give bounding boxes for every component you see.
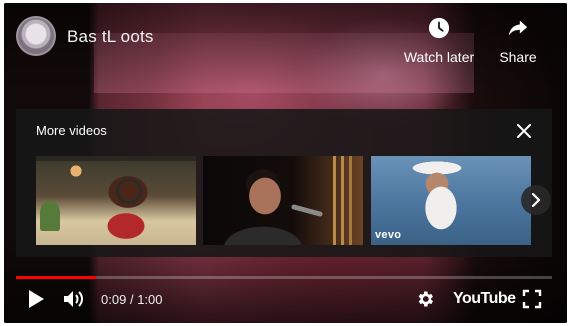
video-thumbnail[interactable]: vevo — [371, 156, 531, 245]
share-button[interactable]: Share — [496, 17, 540, 65]
channel-avatar[interactable] — [16, 16, 56, 56]
play-icon[interactable] — [26, 289, 46, 309]
more-videos-panel: More videos vevo — [16, 109, 552, 257]
volume-icon[interactable] — [62, 289, 86, 309]
next-videos-button[interactable] — [521, 185, 551, 215]
top-gradient — [4, 3, 567, 93]
time-display: 0:09 / 1:00 — [101, 292, 163, 307]
video-thumbnail[interactable] — [36, 156, 196, 245]
close-icon[interactable] — [516, 123, 532, 139]
youtube-logo[interactable]: YouTube — [453, 290, 516, 308]
vevo-badge: vevo — [375, 229, 402, 241]
played-bar — [16, 276, 97, 279]
duration: 1:00 — [137, 292, 163, 307]
chevron-right-icon — [531, 193, 541, 207]
share-arrow-icon — [508, 20, 528, 36]
clock-icon — [428, 17, 450, 39]
time-separator: / — [129, 292, 134, 307]
progress-bar[interactable] — [16, 276, 552, 279]
watch-later-label: Watch later — [403, 49, 475, 65]
video-title[interactable]: Bas tL oots — [67, 27, 154, 47]
more-videos-title: More videos — [36, 123, 107, 138]
fullscreen-icon[interactable] — [522, 289, 542, 309]
gear-icon[interactable] — [415, 289, 435, 309]
video-player[interactable]: Bas tL oots Watch later Share More video… — [4, 3, 567, 323]
share-label: Share — [499, 49, 537, 65]
video-thumbnail[interactable] — [203, 156, 363, 245]
watch-later-button[interactable]: Watch later — [402, 17, 476, 65]
current-time: 0:09 — [101, 292, 127, 307]
